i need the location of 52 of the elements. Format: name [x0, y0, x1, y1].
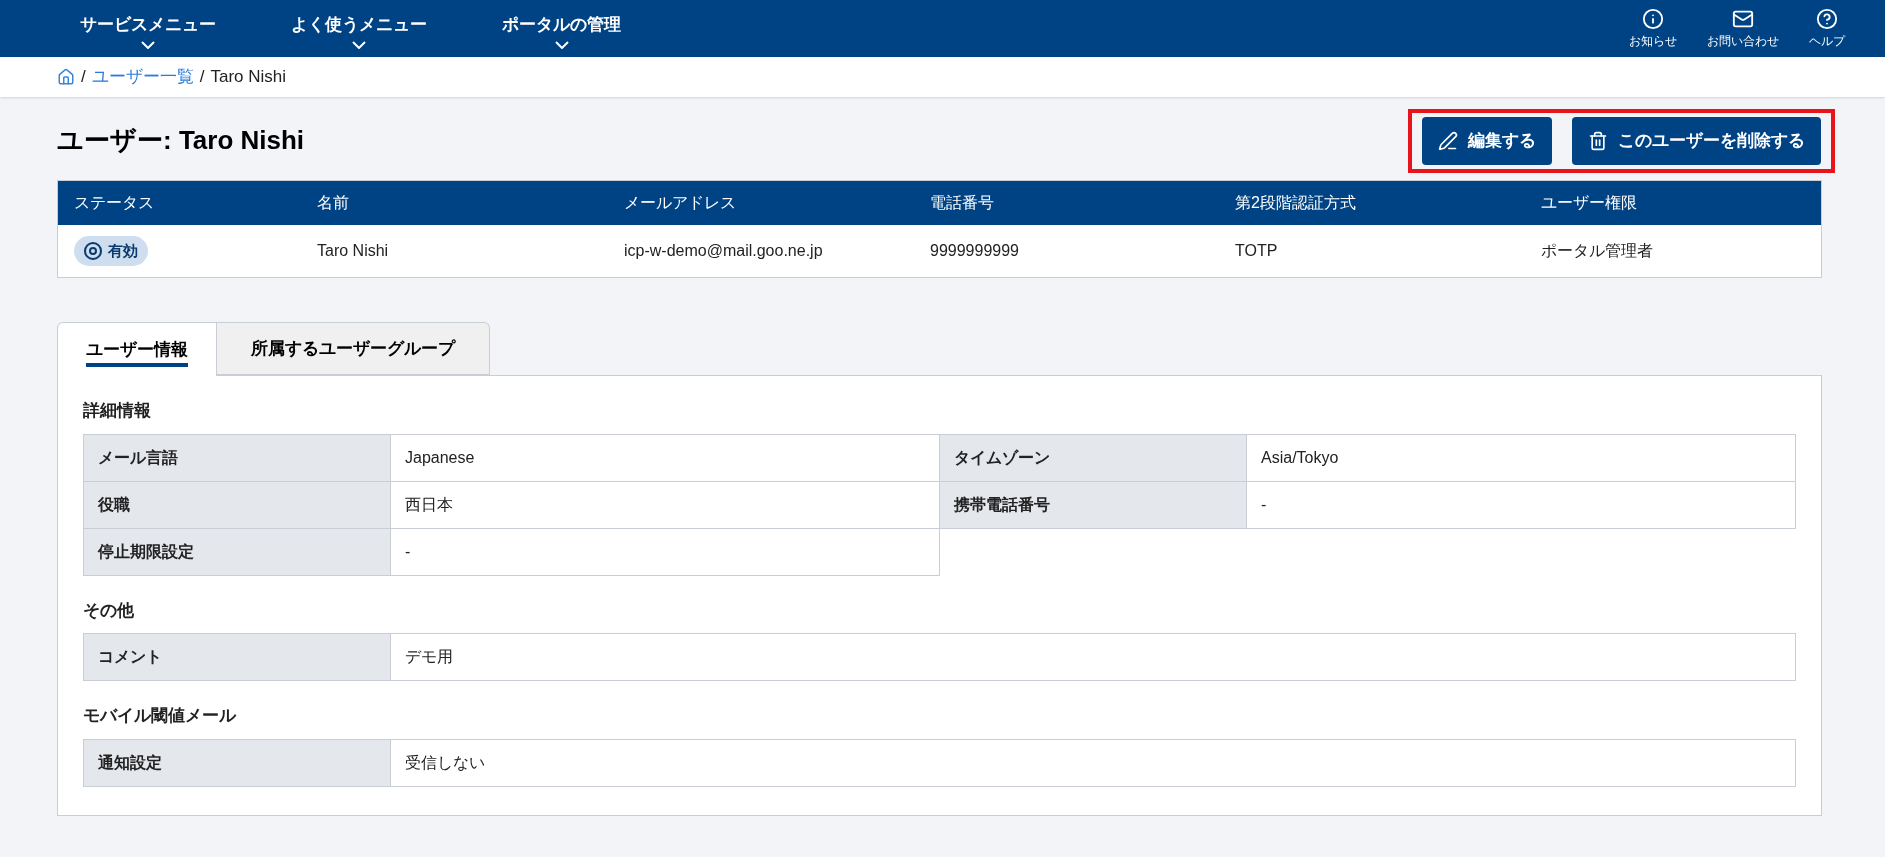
nav-utility-link[interactable]: ヘルプ — [1809, 7, 1845, 50]
trash-icon — [1588, 130, 1608, 151]
table-cell: Taro Nishi — [317, 242, 389, 259]
help-icon — [1816, 7, 1838, 30]
field-label: タイムゾーン — [940, 434, 1247, 482]
nav-menu[interactable]: サービスメニュー — [80, 7, 216, 50]
field-value: Asia/Tokyo — [1247, 434, 1796, 482]
column-header: 名前 — [317, 194, 349, 211]
section-title: その他 — [83, 599, 135, 622]
delete-button[interactable]: このユーザーを削除する — [1572, 116, 1821, 165]
column-header: メールアドレス — [624, 194, 736, 211]
field-label: メール言語 — [84, 434, 391, 482]
nav-utility-link[interactable]: お知らせ — [1629, 7, 1677, 50]
info-icon — [1642, 7, 1664, 30]
chevron-down-icon — [141, 41, 155, 50]
breadcrumb-separator: / — [199, 66, 205, 89]
chevron-down-icon — [352, 41, 366, 50]
field-value: - — [1247, 481, 1796, 529]
table-cell: TOTP — [1235, 242, 1278, 259]
breadcrumb-current: Taro Nishi — [210, 66, 287, 89]
field-label: 役職 — [84, 481, 391, 529]
section-title: 詳細情報 — [83, 400, 152, 422]
field-label: 携帯電話番号 — [940, 481, 1247, 529]
home-icon[interactable] — [57, 68, 75, 86]
section-title: モバイル閾値メール — [83, 705, 238, 727]
column-header: 第2段階認証方式 — [1235, 194, 1356, 211]
status-badge: 有効 — [74, 236, 148, 266]
tab[interactable]: 所属するユーザーグループ — [217, 322, 490, 375]
pencil-icon — [1438, 130, 1458, 151]
field-value: 西日本 — [391, 481, 940, 529]
field-value: Japanese — [391, 434, 940, 482]
column-header: 電話番号 — [930, 194, 994, 211]
field-value: - — [391, 528, 940, 576]
field-value: デモ用 — [391, 634, 1796, 681]
field-label: 通知設定 — [84, 739, 391, 787]
nav-menu[interactable]: ポータルの管理 — [502, 7, 621, 50]
page-title: ユーザー: Taro Nishi — [57, 124, 305, 157]
edit-button[interactable]: 編集する — [1422, 116, 1552, 165]
field-label: コメント — [84, 634, 391, 681]
nav-utility-link[interactable]: お問い合わせ — [1707, 7, 1779, 50]
field-value: 受信しない — [391, 739, 1796, 787]
nav-menu[interactable]: よく使うメニュー — [291, 7, 427, 50]
breadcrumb-separator: / — [81, 66, 86, 89]
table-cell: 9999999999 — [930, 242, 1019, 259]
column-header: ユーザー権限 — [1541, 194, 1637, 211]
column-header: ステータス — [74, 194, 154, 211]
table-cell: ポータル管理者 — [1541, 242, 1653, 259]
chevron-down-icon — [554, 41, 569, 50]
tab[interactable]: ユーザー情報 — [57, 322, 217, 376]
field-label: 停止期限設定 — [84, 528, 391, 576]
breadcrumb-link[interactable]: ユーザー一覧 — [91, 64, 194, 90]
table-cell: icp-w-demo@mail.goo.ne.jp — [624, 242, 823, 259]
